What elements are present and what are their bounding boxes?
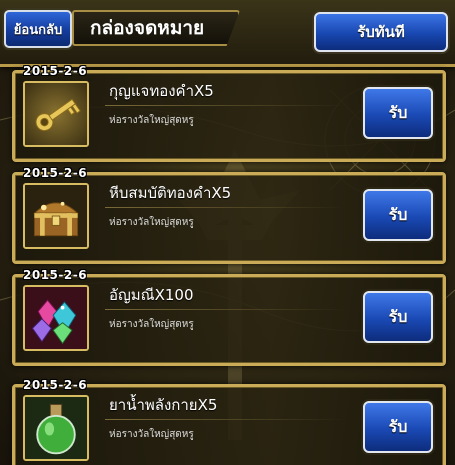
mail-item-treasure-chest: 2015-2-6 หีบสมบัติทองคำX5 ห่อรางวัลใหญ่ส…: [12, 166, 446, 264]
claim-all-button[interactable]: รับทันที: [314, 12, 448, 52]
mail-item-name: อัญมณีX100: [109, 286, 194, 304]
claim-button[interactable]: รับ: [363, 401, 433, 453]
mail-list[interactable]: 2015-2-6 กุญแจทองคำX5 ห่อรางวัลใหญ่สุดหร…: [0, 64, 455, 465]
back-button[interactable]: ย้อนกลับ: [4, 10, 72, 48]
mail-item-subtitle: ห่อรางวัลใหญ่สุดหรู: [109, 217, 194, 228]
claim-button[interactable]: รับ: [363, 189, 433, 241]
divider: [105, 207, 345, 208]
mail-item-stamina-potion: 2015-2-6 ยาน้ำพลังกายX5 ห่อรางวัลใหญ่สุด…: [12, 378, 446, 465]
mail-date: 2015-2-6: [23, 378, 88, 392]
mail-item-subtitle: ห่อรางวัลใหญ่สุดหรู: [109, 319, 194, 330]
divider: [105, 309, 345, 310]
mail-item-name: หีบสมบัติทองคำX5: [109, 184, 232, 202]
mail-item-gold-key: 2015-2-6 กุญแจทองคำX5 ห่อรางวัลใหญ่สุดหร…: [12, 64, 446, 162]
treasure-chest-icon: [23, 183, 89, 249]
page-title: กล่องจดหมาย: [72, 10, 240, 46]
claim-button[interactable]: รับ: [363, 291, 433, 343]
gems-icon: [23, 285, 89, 351]
mail-item-gems: 2015-2-6 อัญมณีX100 ห่อรางวัลใหญ่สุดหรู …: [12, 268, 446, 366]
mail-item-subtitle: ห่อรางวัลใหญ่สุดหรู: [109, 429, 194, 440]
mail-item-name: ยาน้ำพลังกายX5: [109, 396, 218, 414]
mail-date: 2015-2-6: [23, 166, 88, 180]
claim-button[interactable]: รับ: [363, 87, 433, 139]
mail-date: 2015-2-6: [23, 268, 88, 282]
gold-key-icon: [23, 81, 89, 147]
header-bar: ย้อนกลับ กล่องจดหมาย รับทันที: [0, 0, 455, 67]
mail-item-subtitle: ห่อรางวัลใหญ่สุดหรู: [109, 115, 194, 126]
divider: [105, 105, 345, 106]
mail-date: 2015-2-6: [23, 64, 88, 78]
mail-item-name: กุญแจทองคำX5: [109, 82, 214, 100]
divider: [105, 419, 345, 420]
stamina-potion-icon: [23, 395, 89, 461]
